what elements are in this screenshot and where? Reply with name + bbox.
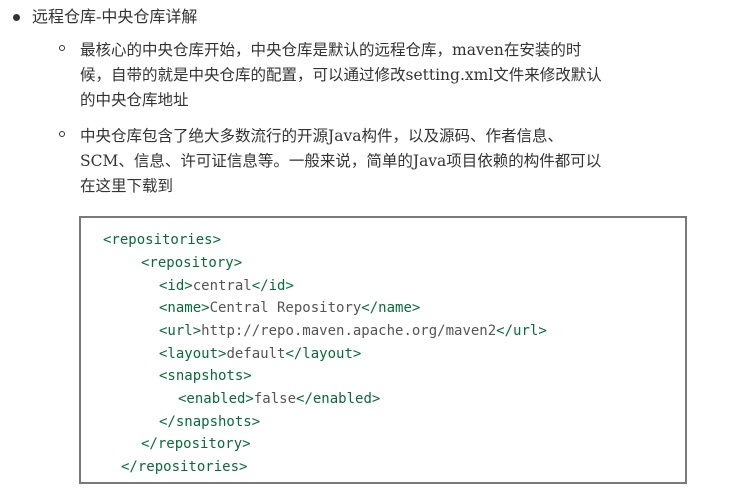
code-line: <name>Central Repository</name> xyxy=(159,300,421,316)
code-block: <repositories> <repository> <id>central<… xyxy=(79,216,687,484)
code-line: <snapshots> xyxy=(159,368,252,384)
paragraph-line: 的中央仓库地址 xyxy=(80,91,189,109)
list-item-paragraph: 最核心的中央仓库开始，中央仓库是默认的远程仓库，maven在安装的时 候，自带的… xyxy=(80,38,680,113)
list-item-bullet xyxy=(59,131,65,137)
section-heading: 远程仓库-中央仓库详解 xyxy=(32,7,198,26)
code-line: <repositories> xyxy=(103,232,222,248)
code-line: </repository> xyxy=(141,436,251,452)
paragraph-line: 最核心的中央仓库开始，中央仓库是默认的远程仓库，maven在安装的时 xyxy=(80,41,582,59)
code-line: <layout>default</layout> xyxy=(159,346,362,362)
paragraph-line: SCM、信息、许可证信息等。一般来说，简单的Java项目依赖的构件都可以 xyxy=(80,152,602,170)
paragraph-line: 候，自带的就是中央仓库的配置，可以通过修改setting.xml文件来修改默认 xyxy=(80,66,602,84)
code-line: <repository> xyxy=(141,255,243,271)
list-item-bullet xyxy=(59,45,65,51)
code-line: <id>central</id> xyxy=(159,278,294,294)
paragraph-line: 在这里下载到 xyxy=(80,177,174,195)
section-bullet xyxy=(13,14,20,21)
paragraph-line: 中央仓库包含了绝大多数流行的开源Java构件，以及源码、作者信息、 xyxy=(80,127,563,145)
code-line: </repositories> xyxy=(121,459,248,475)
code-line: </snapshots> xyxy=(159,414,261,430)
code-line: <enabled>false</enabled> xyxy=(178,391,381,407)
code-line: <url>http://repo.maven.apache.org/maven2… xyxy=(159,323,547,339)
list-item-paragraph: 中央仓库包含了绝大多数流行的开源Java构件，以及源码、作者信息、 SCM、信息… xyxy=(80,124,680,199)
